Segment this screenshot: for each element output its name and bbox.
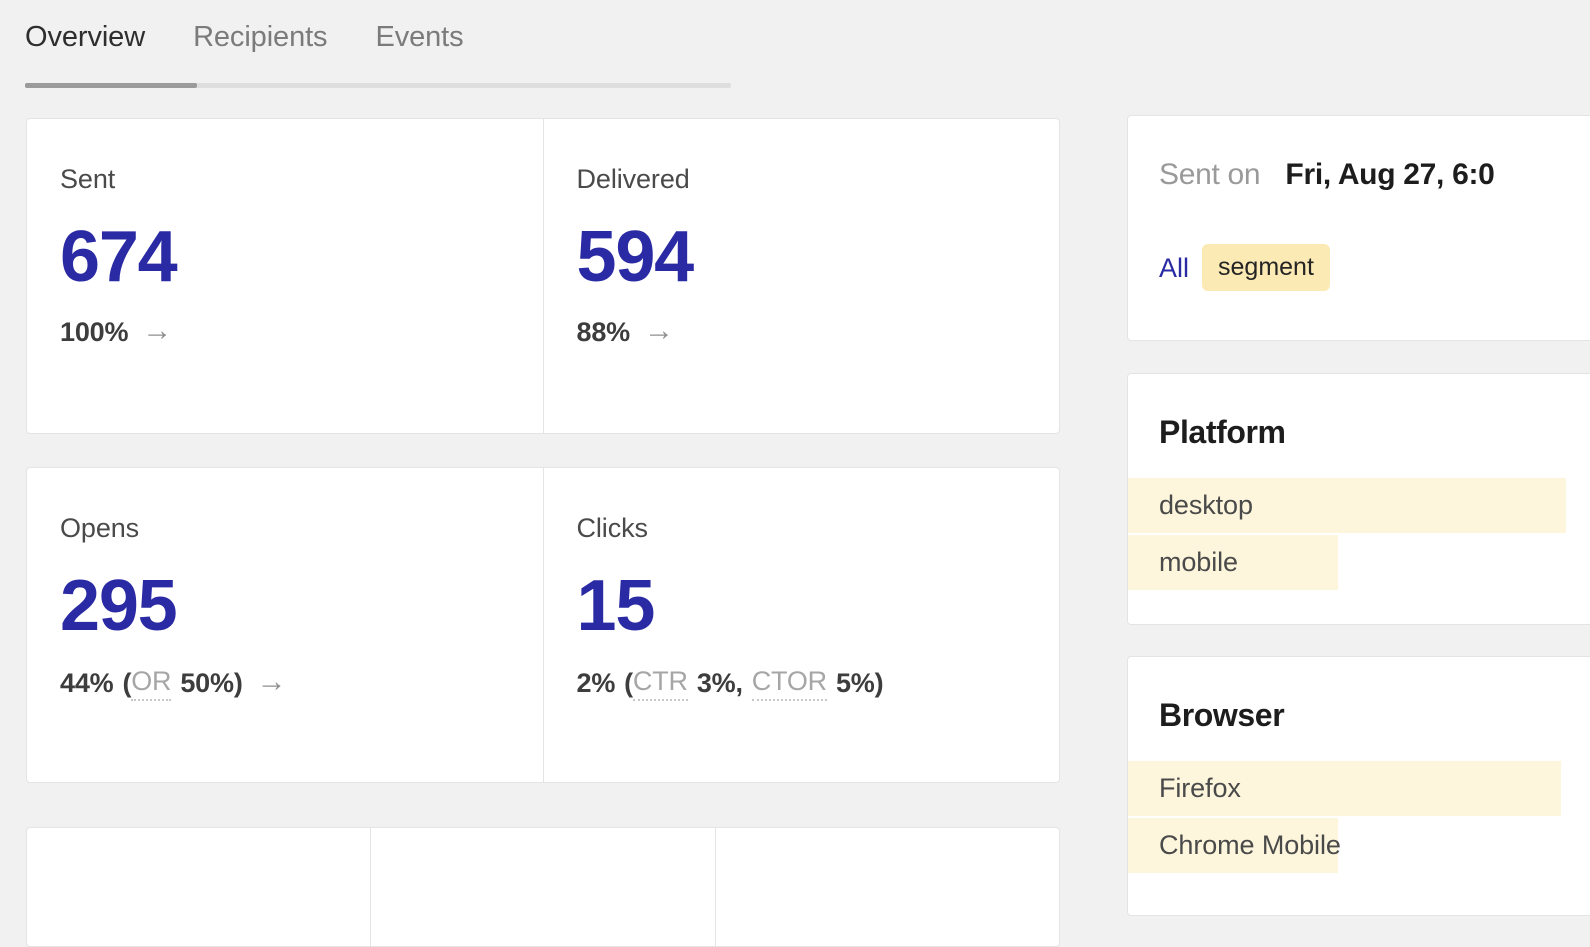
sent-on-card: Sent on Fri, Aug 27, 6:0 All segment [1127,115,1590,341]
detail-separator: , [735,667,743,698]
metric-value: 15 [576,566,656,646]
metrics-row-primary: Sent 674 100% → Delivered 594 88% → [26,118,1060,434]
close-paren: ) [233,667,243,698]
metric-value: 594 [576,217,695,297]
metric-footer: 88% → [577,315,1060,349]
sent-on-date-value: Fri, Aug 27, 6:0 [1285,158,1495,191]
tab-overview[interactable]: Overview [25,20,145,54]
open-paren: ( [122,667,132,698]
bar-label: mobile [1159,547,1238,577]
bar-row[interactable]: Firefox [1128,761,1590,816]
segment-all-link[interactable]: All [1159,252,1189,284]
metric-abbr-value: 50% [180,667,234,698]
metrics-row-empty [26,827,1060,947]
open-paren: ( [624,667,633,698]
tab-recipients[interactable]: Recipients [193,20,328,54]
browser-bar-list: Firefox Chrome Mobile [1128,761,1590,873]
metric-rate: 44% [60,667,114,698]
metric-footer: 2% (CTR 3%, CTOR 5%) [577,664,1060,701]
metric-label: Opens [60,513,140,543]
metric-card-empty [370,828,714,946]
arrow-right-icon[interactable]: → [142,316,172,346]
bar-label: Firefox [1159,773,1241,803]
sent-on-line: Sent on Fri, Aug 27, 6:0 [1159,156,1590,194]
bar-label: Chrome Mobile [1159,830,1341,860]
metric-footer: 100% → [60,315,543,349]
metric-rate: 2% [576,667,616,698]
metric-rate: 100% [60,317,129,347]
bar-row[interactable]: mobile [1128,535,1590,590]
tab-list: Overview Recipients Events [25,0,731,54]
bar-label: desktop [1159,490,1253,520]
browser-panel-title: Browser [1159,697,1285,733]
metric-label: Clicks [576,513,649,543]
metric-abbr-ctr[interactable]: CTR [632,664,688,701]
arrow-right-icon[interactable]: → [644,316,674,346]
metric-label: Sent [60,164,116,194]
tab-active-indicator [25,83,197,88]
metric-card-empty [714,828,1059,946]
right-rail: Sent on Fri, Aug 27, 6:0 All segment Pla… [1127,0,1590,916]
metric-abbr-ctor[interactable]: CTOR [751,664,827,701]
metric-abbr-value: 5% [835,667,875,698]
metric-card-delivered: Delivered 594 88% → [542,119,1060,433]
close-paren: ) [874,667,884,698]
platform-panel-title: Platform [1159,414,1286,450]
platform-bar-list: desktop mobile [1128,478,1590,590]
metric-abbr-value: 3% [696,667,736,698]
metric-label: Delivered [576,164,690,194]
arrow-right-icon[interactable]: → [257,666,287,697]
metric-abbr-or[interactable]: OR [131,664,172,701]
sent-on-prefix-label: Sent on [1159,158,1261,191]
metric-card-opens: Opens 295 44% (OR 50%) → [27,468,543,782]
platform-panel: Platform desktop mobile [1127,373,1590,625]
segment-row: All segment [1159,244,1590,291]
metric-card-empty [27,828,370,946]
metrics-row-engagement: Opens 295 44%(OR 50%) → Clicks 15 2%(CTR 3%, CTOR… [26,467,1060,783]
metric-card-clicks: Clicks 15 2% (CTR 3%, CTOR 5%) [542,468,1060,782]
browser-panel: Browser Firefox Chrome Mobile [1127,656,1590,916]
metric-card-sent: Sent 674 100% → [27,119,543,433]
segment-badge[interactable]: segment [1202,244,1330,291]
metric-value: 295 [60,566,178,646]
metric-footer: 44% (OR 50%) → [60,664,543,701]
metric-rate: 88% [576,317,631,347]
tab-bar: Overview Recipients Events [25,0,731,92]
tab-events[interactable]: Events [375,20,463,54]
bar-row[interactable]: desktop [1128,478,1590,533]
bar-row[interactable]: Chrome Mobile [1128,818,1590,873]
metric-value: 674 [60,217,178,297]
